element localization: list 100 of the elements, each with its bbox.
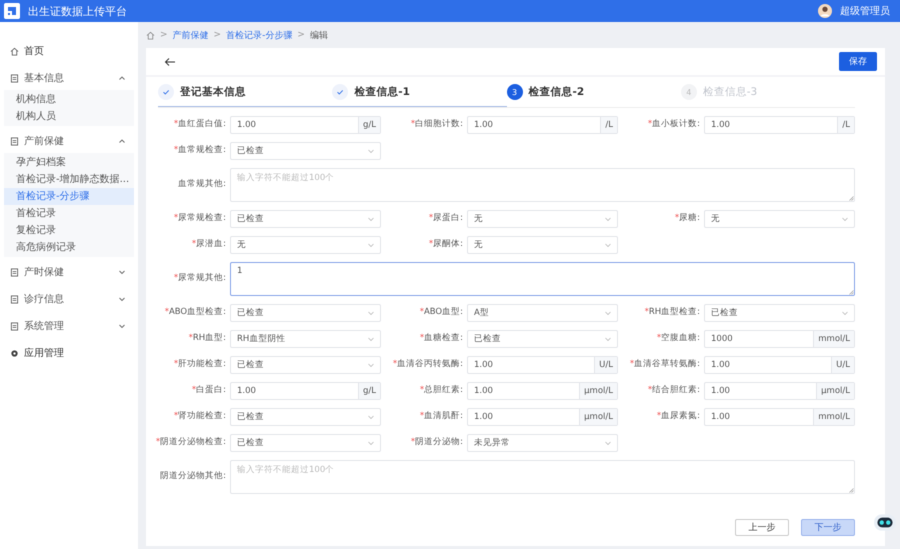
field-label: 尿常规检查:	[178, 213, 226, 224]
select-field[interactable]: A型	[467, 304, 618, 322]
previous-step-button[interactable]: 上一步	[735, 519, 789, 536]
field-label: RH血型检查:	[648, 307, 700, 318]
required-mark: *	[420, 385, 424, 396]
sidebar-subitem[interactable]: 高危病例记录	[4, 239, 134, 256]
sidebar-subitem[interactable]: 首检记录-增加静态数据...	[4, 171, 134, 188]
required-mark: *	[630, 359, 634, 370]
unit-addon: g/L	[358, 117, 380, 133]
unit-addon: /L	[837, 117, 854, 133]
save-button[interactable]: 保存	[839, 52, 877, 71]
resize-handle-icon[interactable]	[848, 289, 854, 295]
sidebar-subitem[interactable]: 孕产妇档案	[4, 154, 134, 171]
sidebar-subitem[interactable]: 首检记录	[4, 205, 134, 222]
field-label: 尿糖:	[679, 213, 700, 224]
sidebar-item[interactable]: 应用管理	[0, 341, 138, 365]
field-label: 血清谷草转氨酶:	[634, 359, 700, 370]
sidebar-subitem[interactable]: 复检记录	[4, 222, 134, 239]
required-mark: *	[188, 333, 193, 344]
breadcrumb-current: 编辑	[310, 30, 328, 42]
text-area[interactable]: 输入字符不能超过100个	[230, 460, 855, 494]
required-mark: *	[410, 437, 416, 448]
input-field[interactable]: 1.00 U/L	[704, 356, 855, 374]
select-field[interactable]: 已检查	[704, 304, 855, 322]
input-field[interactable]: 1.00 /L	[704, 116, 855, 134]
field-label: 肝功能检查:	[178, 359, 226, 370]
field-label: 血清肌酐:	[424, 411, 463, 422]
home-icon[interactable]	[146, 30, 155, 40]
home-icon	[10, 46, 19, 56]
field-label: 尿常规其他:	[178, 273, 226, 284]
field-label: 血小板计数:	[652, 119, 700, 130]
input-field[interactable]: 1.00 μmol/L	[467, 408, 618, 426]
app-title: 出生证数据上传平台	[28, 4, 127, 18]
select-field[interactable]: 未见异常	[467, 434, 618, 452]
next-step-button[interactable]: 下一步	[801, 519, 855, 536]
resize-handle-icon[interactable]	[848, 195, 854, 201]
field-label: 血红蛋白值:	[178, 119, 226, 130]
field-label: 血糖检查:	[424, 333, 463, 344]
select-field[interactable]: RH血型阴性	[230, 330, 381, 348]
sidebar-subitem[interactable]: 机构人员	[4, 108, 134, 125]
step-title[interactable]: 检查信息-2	[528, 85, 584, 99]
input-field[interactable]: 1.00 μmol/L	[704, 382, 855, 400]
step-title[interactable]: 检查信息-1	[354, 84, 410, 98]
select-field[interactable]: 已检查	[230, 434, 381, 452]
sidebar-item[interactable]: 产时保健	[0, 260, 138, 284]
input-field[interactable]: 1.00 g/L	[230, 382, 381, 400]
text-area[interactable]: 输入字符不能超过100个	[230, 168, 855, 202]
input-field[interactable]: 1000 mmol/L	[704, 330, 855, 348]
select-field[interactable]: 已检查	[230, 408, 381, 426]
input-field[interactable]: 1.00 g/L	[230, 116, 381, 134]
required-mark: *	[164, 307, 169, 318]
field-label: 总胆红素:	[424, 385, 463, 396]
step-title[interactable]: 登记基本信息	[180, 84, 246, 98]
field-label: 阴道分泌物:	[415, 437, 463, 448]
unit-addon: μmol/L	[579, 409, 617, 425]
unit-addon: U/L	[594, 357, 617, 373]
required-mark: *	[392, 359, 398, 370]
sidebar-subitem[interactable]: 机构信息	[4, 91, 134, 108]
user-name[interactable]: 超级管理员	[840, 4, 890, 18]
select-field[interactable]: 已检查	[230, 142, 381, 160]
sidebar-item[interactable]: 产前保健	[0, 129, 138, 153]
chevron-up-icon	[118, 137, 126, 145]
chevron-down-icon	[367, 309, 375, 317]
select-field[interactable]: 无	[467, 236, 618, 254]
field-label: RH血型:	[192, 333, 226, 344]
field-label: 阴道分泌物检查:	[160, 437, 226, 448]
back-arrow-icon[interactable]	[164, 56, 176, 66]
select-field[interactable]: 已检查	[230, 356, 381, 374]
field-label: 尿酮体:	[433, 239, 463, 250]
select-field[interactable]: 已检查	[230, 210, 381, 228]
input-field[interactable]: 1.00 /L	[467, 116, 618, 134]
resize-handle-icon[interactable]	[848, 487, 854, 493]
unit-addon: U/L	[831, 357, 854, 373]
input-field[interactable]: 1.00 μmol/L	[467, 382, 618, 400]
sidebar-item[interactable]: 基本信息	[0, 66, 138, 90]
input-field[interactable]: 1.00 U/L	[467, 356, 618, 374]
input-field[interactable]: 1.00 mmol/L	[704, 408, 855, 426]
field-label: 结合胆红素:	[652, 385, 700, 396]
breadcrumb-link[interactable]: 首检记录-分步骤	[226, 28, 292, 42]
sidebar-item[interactable]: 诊疗信息	[0, 287, 138, 311]
breadcrumb-link[interactable]: 产前保健	[172, 28, 209, 42]
required-mark: *	[420, 307, 424, 318]
select-field[interactable]: 已检查	[467, 330, 618, 348]
required-mark: *	[428, 213, 434, 224]
chevron-down-icon	[367, 335, 375, 343]
avatar-icon[interactable]	[818, 4, 832, 18]
settings-icon	[10, 348, 19, 358]
select-field[interactable]: 无	[230, 236, 381, 254]
text-area[interactable]: 1	[230, 262, 855, 296]
sidebar-item[interactable]: 首页	[0, 39, 138, 63]
unit-addon: μmol/L	[816, 383, 854, 399]
step-number: 4	[680, 84, 697, 100]
select-field[interactable]: 无	[467, 210, 618, 228]
sidebar-item[interactable]: 系统管理	[0, 314, 138, 338]
select-field[interactable]: 无	[704, 210, 855, 228]
required-mark: *	[174, 359, 178, 370]
unit-addon: g/L	[358, 383, 380, 399]
sidebar-subitem[interactable]: 首检记录-分步骤	[4, 188, 134, 205]
required-mark: *	[656, 333, 662, 344]
select-field[interactable]: 已检查	[230, 304, 381, 322]
